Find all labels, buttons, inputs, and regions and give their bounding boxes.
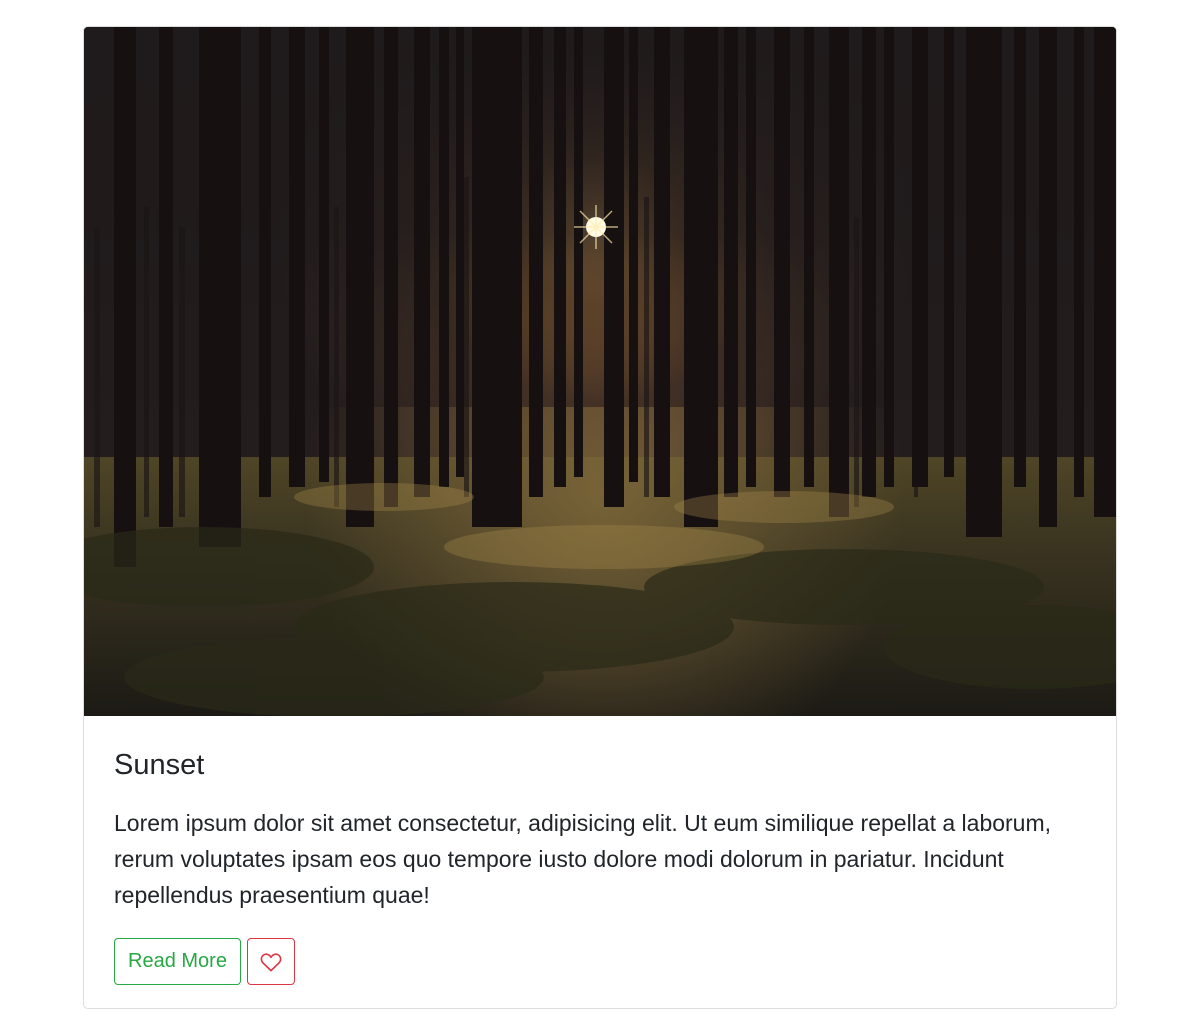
card-image bbox=[84, 27, 1116, 716]
heart-icon bbox=[260, 952, 282, 971]
card-text: Lorem ipsum dolor sit amet consectetur, … bbox=[114, 810, 1052, 908]
card-body: Sunset Lorem ipsum dolor sit amet consec… bbox=[114, 747, 1086, 985]
favorite-button[interactable] bbox=[246, 938, 295, 985]
card-title: Sunset bbox=[114, 749, 205, 781]
read-more-button[interactable]: Read More bbox=[114, 938, 241, 985]
card: Sunset Lorem ipsum dolor sit amet consec… bbox=[83, 26, 1117, 1009]
card-actions: Read More bbox=[114, 938, 1086, 985]
